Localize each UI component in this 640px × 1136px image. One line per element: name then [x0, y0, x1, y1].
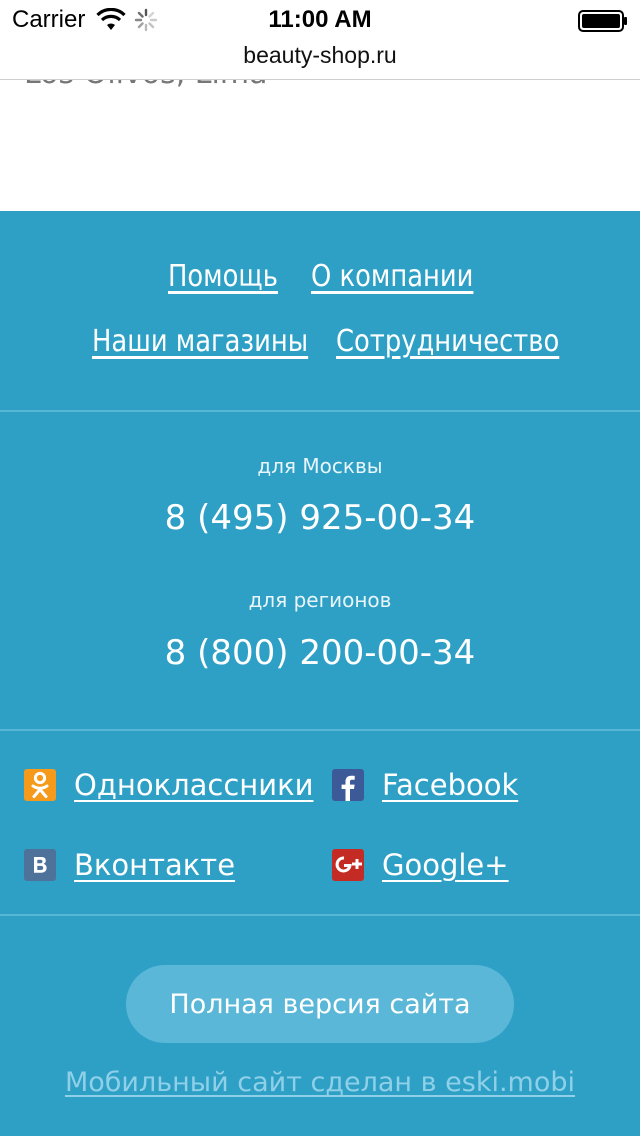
social-link-google-plus[interactable]: Google+: [332, 845, 509, 885]
social-label-facebook: Facebook: [382, 768, 519, 802]
regions-phone-caption: для регионов: [248, 588, 392, 612]
browser-url-bar[interactable]: beauty-shop.ru: [0, 40, 640, 80]
social-label-vkontakte: Вконтакте: [74, 848, 236, 882]
footer-link-help[interactable]: Помощь: [168, 259, 278, 294]
page-content: Los Olivos, Lima: [0, 80, 640, 211]
store-address: Los Olivos, Lima: [24, 80, 267, 91]
vkontakte-icon: [24, 849, 56, 881]
regions-phone-number[interactable]: 8 (800) 200-00-34: [0, 633, 640, 673]
footer-divider: [0, 914, 640, 916]
social-link-odnoklassniki[interactable]: Одноклассники: [24, 765, 313, 805]
eski-mobi-credit-link[interactable]: Мобильный сайт сделан в eski.mobi: [0, 1067, 640, 1098]
odnoklassniki-icon: [24, 769, 56, 801]
status-time: 11:00 AM: [268, 6, 372, 33]
footer-divider: [0, 410, 640, 412]
footer-link-stores[interactable]: Наши магазины: [92, 324, 308, 359]
footer-divider: [0, 729, 640, 731]
site-footer: Помощь О компании Наши магазины Сотрудни…: [0, 211, 640, 1136]
status-bar: Carrier 11:00 AM: [0, 0, 640, 40]
footer-link-partnership[interactable]: Сотрудничество: [336, 324, 559, 359]
full-version-button[interactable]: Полная версия сайта: [126, 965, 514, 1043]
url-text[interactable]: beauty-shop.ru: [0, 42, 640, 69]
full-version-button-label: Полная версия сайта: [169, 988, 471, 1020]
social-link-facebook[interactable]: Facebook: [332, 765, 518, 805]
google-plus-icon: [332, 849, 364, 881]
battery-icon: [578, 10, 627, 32]
social-label-odnoklassniki: Одноклассники: [74, 768, 314, 802]
footer-link-about[interactable]: О компании: [311, 259, 473, 294]
social-link-vkontakte[interactable]: Вконтакте: [24, 845, 235, 885]
social-label-google-plus: Google+: [382, 848, 509, 882]
moscow-phone-number[interactable]: 8 (495) 925-00-34: [0, 498, 640, 538]
moscow-phone-caption: для Москвы: [257, 454, 383, 478]
facebook-icon: [332, 769, 364, 801]
